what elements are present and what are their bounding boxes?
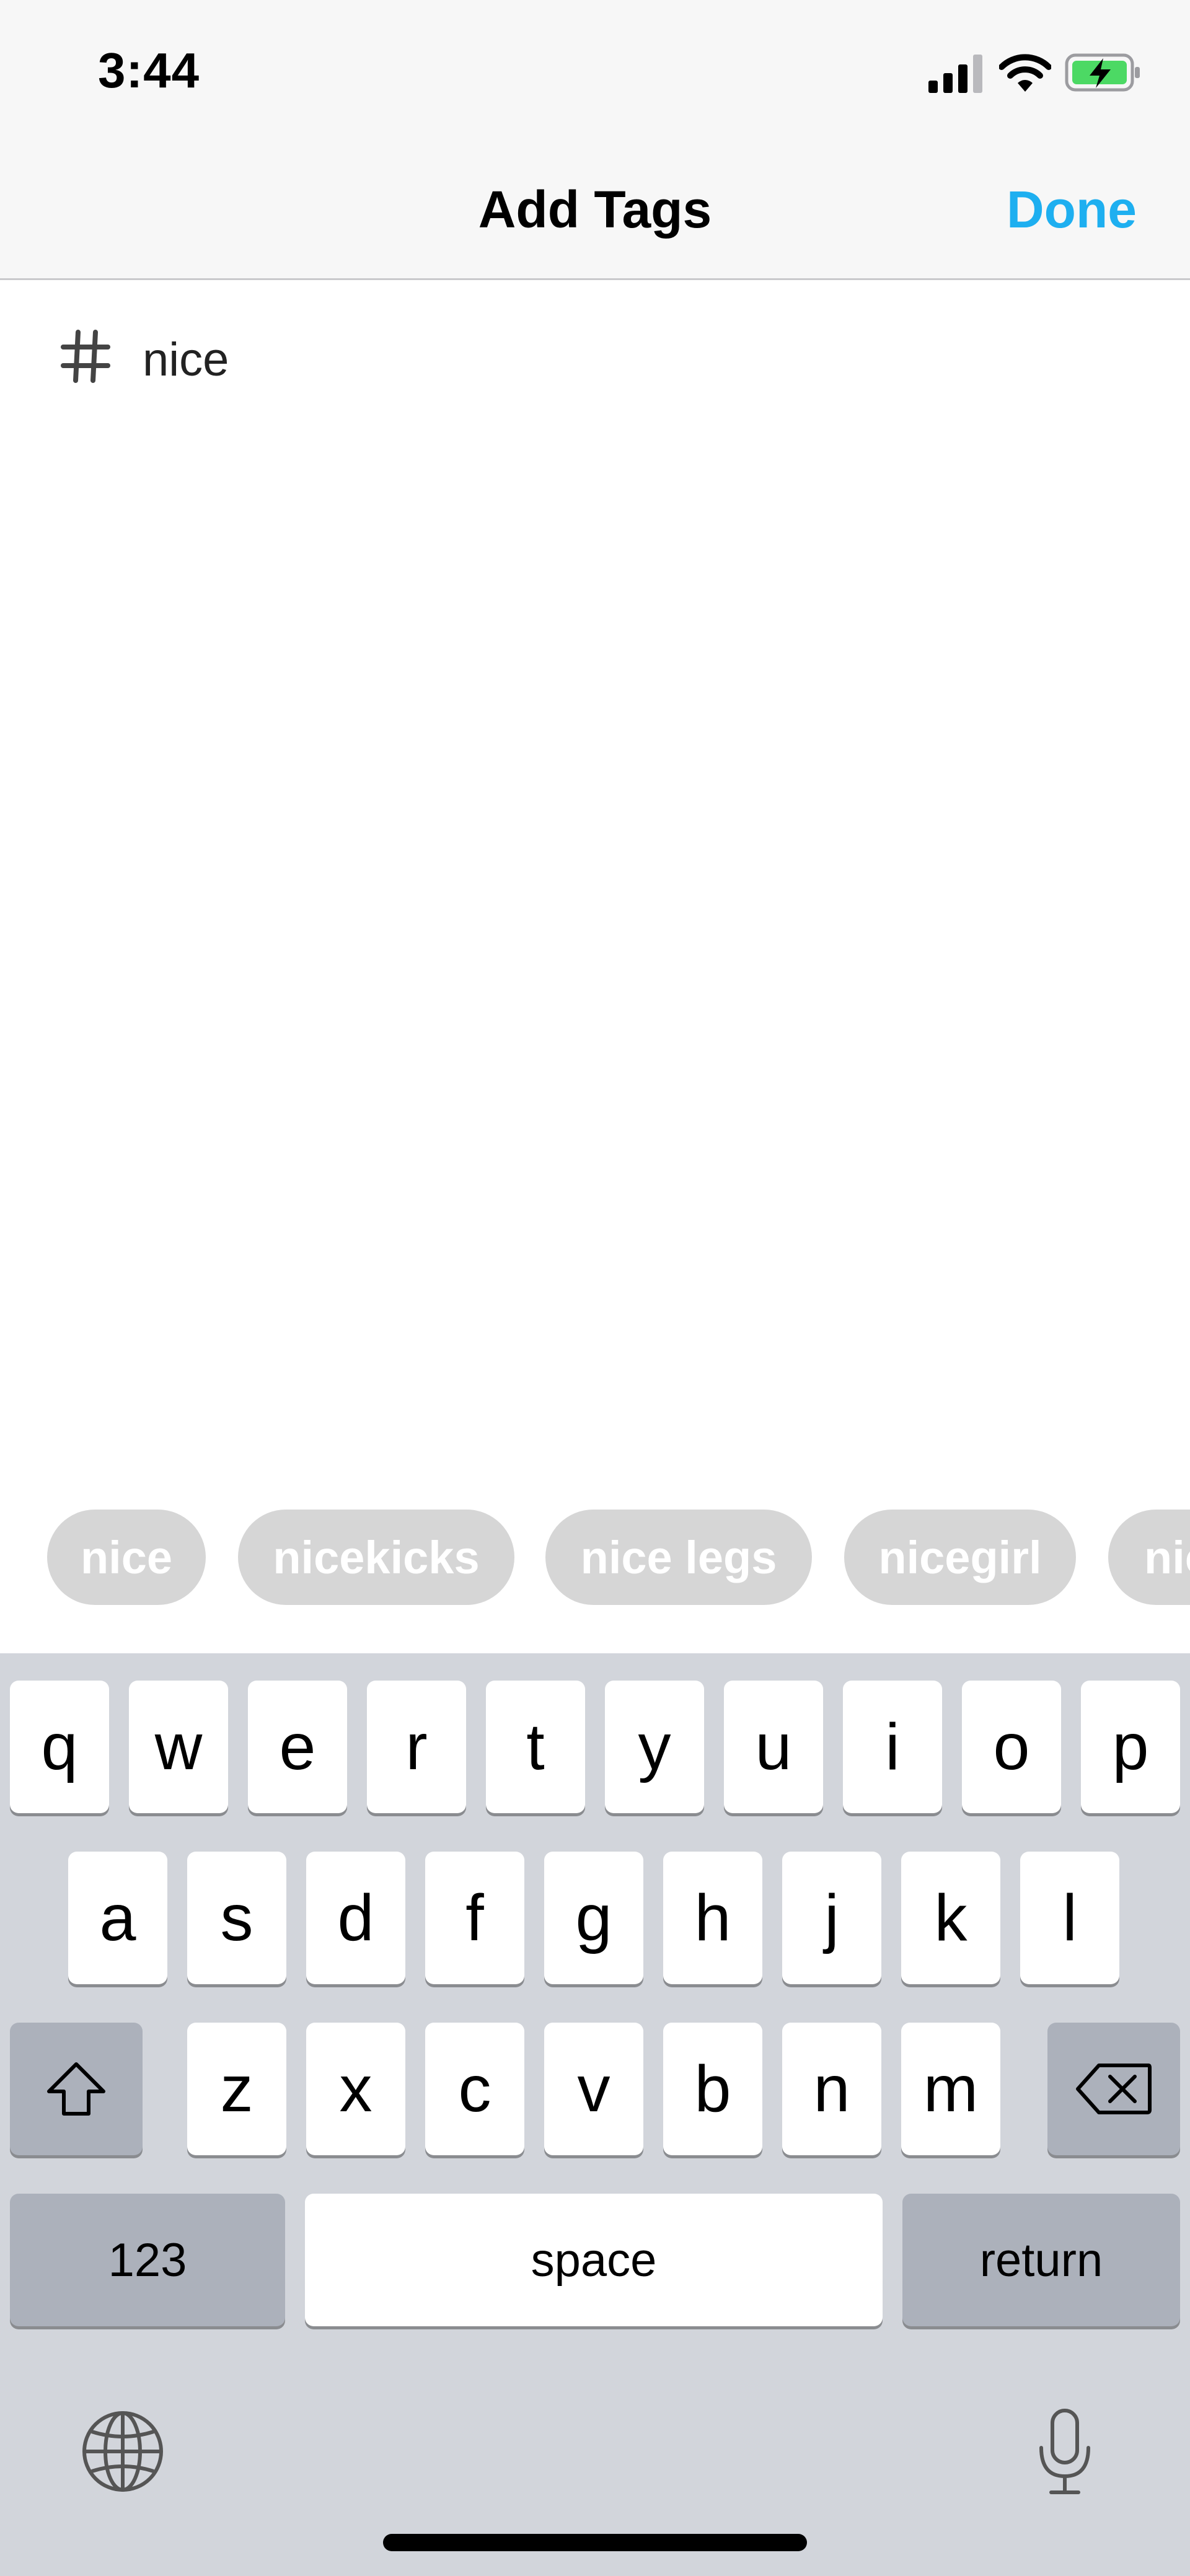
key-n[interactable]: n <box>782 2023 881 2155</box>
done-button[interactable]: Done <box>1007 180 1137 240</box>
key-y[interactable]: y <box>605 1681 704 1813</box>
key-x[interactable]: x <box>306 2023 405 2155</box>
backspace-icon <box>1076 2064 1152 2114</box>
hashtag-icon <box>61 330 110 383</box>
tag-suggestions: nice nicekicks nice legs nicegirl nic <box>0 1510 1190 1605</box>
battery-charging-icon <box>1065 53 1140 92</box>
suggestion-chip[interactable]: nic <box>1108 1510 1190 1605</box>
cellular-signal-icon <box>928 55 982 93</box>
key-a[interactable]: a <box>68 1852 167 1984</box>
key-p[interactable]: p <box>1081 1681 1180 1813</box>
key-w[interactable]: w <box>129 1681 228 1813</box>
suggestion-chip[interactable]: nice <box>47 1510 206 1605</box>
key-d[interactable]: d <box>306 1852 405 1984</box>
key-j[interactable]: j <box>782 1852 881 1984</box>
shift-icon <box>47 2062 105 2116</box>
key-e[interactable]: e <box>248 1681 347 1813</box>
numbers-key[interactable]: 123 <box>10 2194 285 2326</box>
wifi-icon <box>999 54 1051 92</box>
key-k[interactable]: k <box>901 1852 1000 1984</box>
home-indicator[interactable] <box>383 2534 807 2551</box>
key-s[interactable]: s <box>187 1852 286 1984</box>
key-m[interactable]: m <box>901 2023 1000 2155</box>
key-q[interactable]: q <box>10 1681 109 1813</box>
shift-key[interactable] <box>10 2023 143 2155</box>
key-v[interactable]: v <box>544 2023 643 2155</box>
suggestion-chip[interactable]: nicekicks <box>238 1510 514 1605</box>
keyboard: q w e r t y u i o p a s d f g h j k l z … <box>0 1653 1190 2576</box>
delete-key[interactable] <box>1047 2023 1180 2155</box>
status-time: 3:44 <box>98 43 200 98</box>
globe-icon[interactable] <box>81 2409 165 2494</box>
key-h[interactable]: h <box>663 1852 762 1984</box>
key-r[interactable]: r <box>367 1681 466 1813</box>
return-key[interactable]: return <box>902 2194 1180 2326</box>
space-key[interactable]: space <box>305 2194 883 2326</box>
key-l[interactable]: l <box>1020 1852 1119 1984</box>
key-t[interactable]: t <box>486 1681 585 1813</box>
key-u[interactable]: u <box>724 1681 823 1813</box>
top-bar: 3:44 Add Tags Done <box>0 0 1190 280</box>
key-z[interactable]: z <box>187 2023 286 2155</box>
key-c[interactable]: c <box>425 2023 524 2155</box>
key-f[interactable]: f <box>425 1852 524 1984</box>
tag-input[interactable] <box>143 328 1134 390</box>
key-o[interactable]: o <box>962 1681 1061 1813</box>
suggestion-chip[interactable]: nicegirl <box>844 1510 1076 1605</box>
add-tags-screen: 3:44 Add Tags Done nice nice nicekicks n… <box>0 0 1190 2576</box>
key-g[interactable]: g <box>544 1852 643 1984</box>
key-i[interactable]: i <box>843 1681 942 1813</box>
key-b[interactable]: b <box>663 2023 762 2155</box>
suggestion-chip[interactable]: nice legs <box>545 1510 812 1605</box>
microphone-icon[interactable] <box>1036 2408 1093 2496</box>
tag-input-row[interactable] <box>0 328 1190 390</box>
